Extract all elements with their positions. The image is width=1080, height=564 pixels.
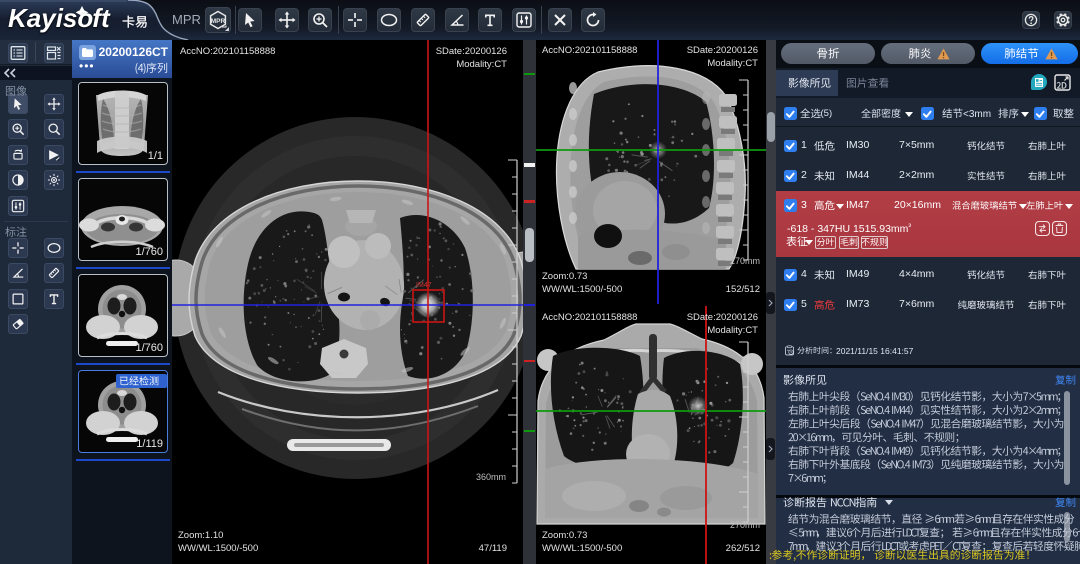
- svg-text:MPR: MPR: [211, 18, 226, 25]
- svg-text:IM47: IM47: [416, 282, 432, 289]
